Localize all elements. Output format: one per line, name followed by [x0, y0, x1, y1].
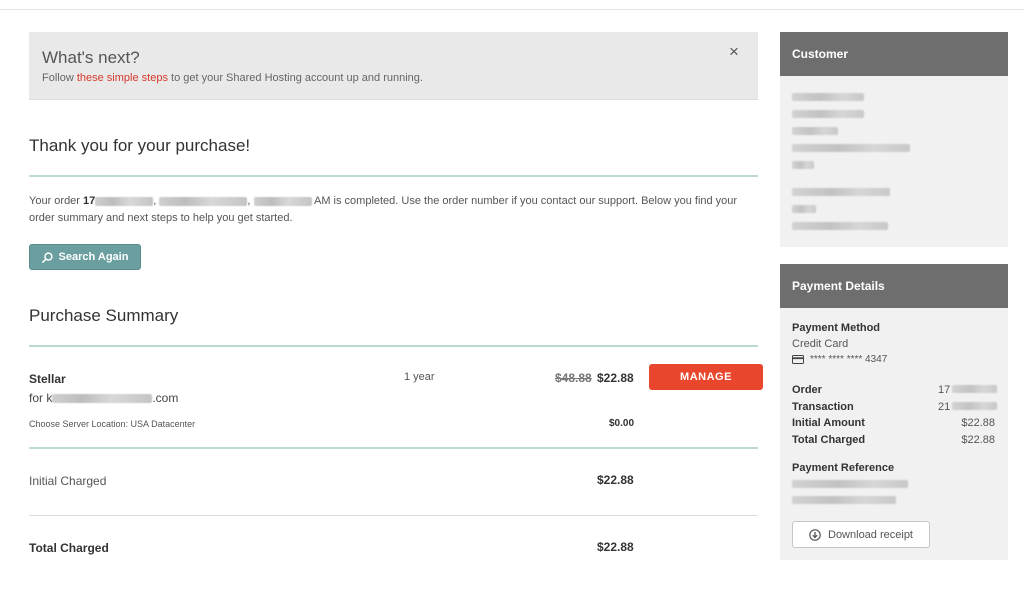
redacted-customer-address: [792, 127, 838, 135]
product-term: 1 year: [404, 371, 435, 383]
order-number-prefix: 17: [938, 384, 951, 396]
server-location: Choose Server Location: USA Datacenter: [29, 419, 196, 429]
redacted-customer-city: [792, 144, 910, 152]
payment-details-panel: Payment Details Payment Method Credit Ca…: [780, 264, 1008, 560]
download-receipt-button[interactable]: Download receipt: [792, 521, 930, 548]
customer-panel-title: Customer: [780, 32, 1008, 76]
payment-details-title: Payment Details: [780, 264, 1008, 308]
payment-total-charged-value: $22.88: [961, 434, 995, 446]
card-line: **** **** **** 4347: [792, 354, 887, 365]
credit-card-icon: [792, 355, 804, 364]
redacted-customer-name: [792, 93, 864, 101]
notice-text: Follow these simple steps to get your Sh…: [42, 72, 423, 84]
initial-amount-label: Initial Amount: [792, 417, 865, 429]
notice-title: What's next?: [42, 48, 140, 67]
transaction-label: Transaction: [792, 401, 854, 413]
redacted-order-number: [952, 385, 997, 393]
initial-charged-label: Initial Charged: [29, 474, 107, 488]
card-masked-number: **** **** **** 4347: [810, 354, 888, 365]
search-again-label: Search Again: [58, 251, 129, 263]
search-again-button[interactable]: Search Again: [29, 244, 141, 270]
transaction-prefix: 21: [938, 401, 951, 413]
items-divider: [29, 447, 758, 449]
order-number: 17: [83, 195, 96, 207]
thanks-divider: [29, 175, 758, 177]
thank-you-title: Thank you for your purchase!: [29, 136, 251, 155]
manage-button[interactable]: MANAGE: [649, 364, 763, 390]
product-name: Stellar: [29, 372, 66, 386]
payment-total-charged-label: Total Charged: [792, 434, 866, 446]
total-charged-value: $22.88: [597, 540, 634, 554]
initial-amount-value: $22.88: [961, 417, 995, 429]
redacted-reference-line-1: [792, 480, 908, 488]
summary-divider: [29, 345, 758, 347]
search-icon: [41, 251, 53, 263]
redacted-customer-company: [792, 110, 864, 118]
product-price: $22.88: [597, 371, 634, 385]
original-price: $48.88: [555, 371, 592, 385]
customer-panel: Customer: [780, 32, 1008, 247]
redacted-customer-country: [792, 161, 814, 169]
download-icon: [809, 528, 821, 541]
notice-text-after: to get your Shared Hosting account up an…: [167, 72, 423, 84]
redacted-customer-phone: [792, 188, 890, 196]
order-prefix: Your order: [29, 195, 84, 207]
redacted-customer-fax: [792, 205, 816, 213]
whats-next-notice: What's next? Follow these simple steps t…: [29, 32, 758, 100]
payment-reference-label: Payment Reference: [792, 462, 895, 474]
redacted-time: [253, 196, 312, 206]
order-confirmation-text: Your order 17, , AM is completed. Use th…: [29, 195, 738, 224]
notice-text-before: Follow: [42, 72, 77, 84]
purchase-summary-title: Purchase Summary: [29, 306, 179, 325]
order-label: Order: [792, 384, 822, 396]
redacted-customer-email: [792, 222, 888, 230]
close-icon[interactable]: ×: [729, 42, 739, 62]
payment-method-value: Credit Card: [792, 338, 849, 350]
total-divider: [29, 515, 758, 516]
download-receipt-label: Download receipt: [828, 528, 913, 541]
simple-steps-link[interactable]: these simple steps: [77, 72, 168, 84]
domain-prefix: for k: [29, 391, 53, 405]
redacted-reference-line-2: [792, 496, 896, 504]
server-location-price: $0.00: [609, 418, 635, 429]
top-divider: [0, 9, 1024, 10]
payment-method-label: Payment Method: [792, 322, 881, 334]
redacted-order-number: [95, 196, 154, 206]
redacted-domain: [52, 394, 153, 404]
total-charged-label: Total Charged: [29, 541, 109, 555]
initial-charged-value: $22.88: [597, 473, 634, 487]
product-domain: for k .com: [29, 391, 178, 405]
redacted-date: [159, 196, 248, 206]
redacted-transaction-number: [952, 402, 997, 410]
domain-suffix: .com: [152, 391, 179, 405]
